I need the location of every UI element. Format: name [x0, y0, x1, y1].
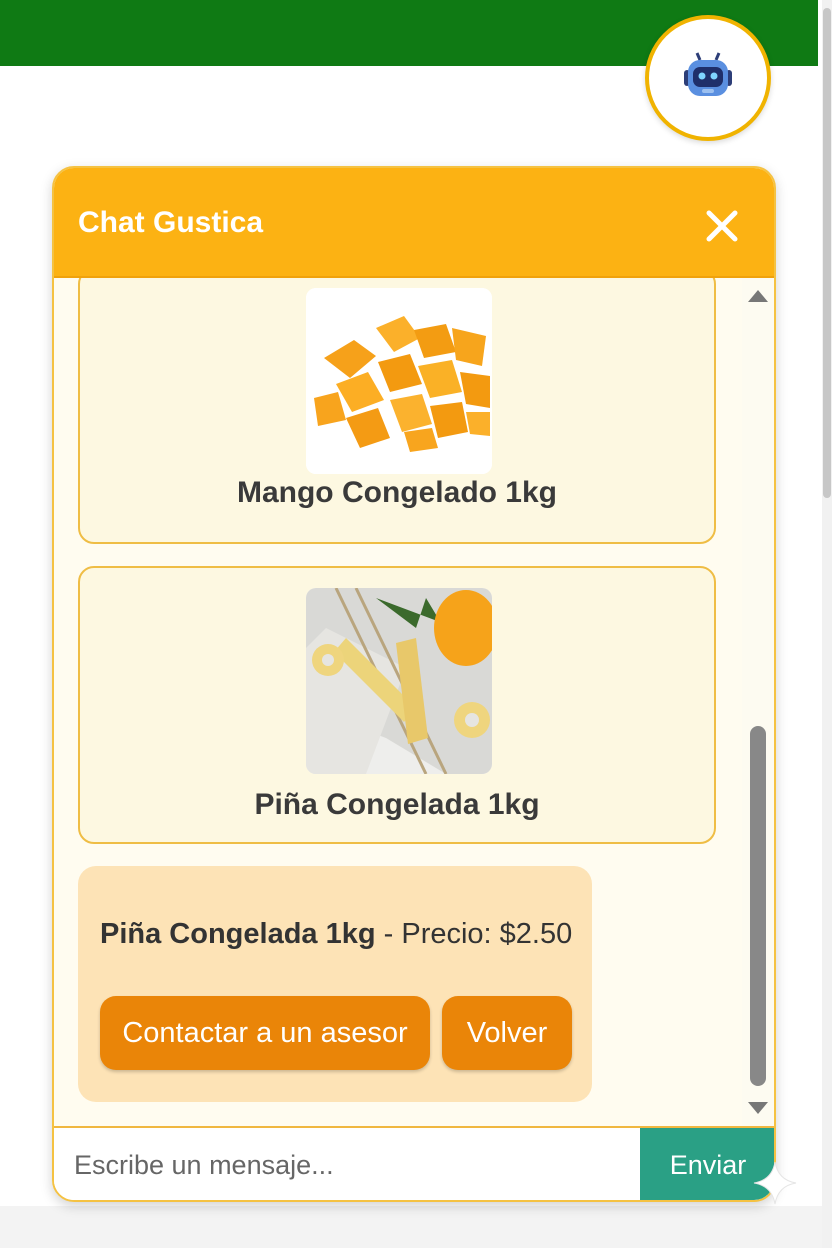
chat-scrollbar[interactable]: [742, 278, 774, 1126]
page-scrollbar[interactable]: [822, 0, 832, 1248]
close-icon[interactable]: [704, 208, 740, 244]
chat-scrollbar-thumb[interactable]: [750, 726, 766, 1086]
scroll-down-icon[interactable]: [748, 1102, 768, 1114]
product-name: Piña Congelada 1kg: [254, 788, 540, 821]
chat-messages[interactable]: Mango Congelado 1kg Piña Congelada 1kg P…: [54, 278, 774, 1126]
chat-header: Chat Gustica: [54, 168, 774, 278]
selected-product-name: Piña Congelada 1kg: [100, 918, 376, 950]
product-name: Mango Congelado 1kg: [236, 476, 557, 509]
product-card-pina[interactable]: Piña Congelada 1kg: [78, 566, 716, 844]
back-button[interactable]: Volver: [442, 996, 572, 1070]
scroll-up-icon[interactable]: [748, 290, 768, 302]
product-card-mango[interactable]: Mango Congelado 1kg: [78, 278, 716, 544]
robot-icon: [684, 52, 732, 96]
chat-window: Chat Gustica Mango Congelado 1kg Piña Co…: [52, 166, 776, 1202]
pina-product-image[interactable]: [306, 588, 492, 774]
chatbot-launcher-button[interactable]: [645, 15, 771, 141]
chat-title: Chat Gustica: [78, 206, 264, 239]
product-price-line: Piña Congelada 1kg - Precio: $2.50: [100, 918, 572, 951]
bot-message-bubble: Piña Congelada 1kg - Precio: $2.50 Conta…: [78, 866, 592, 1102]
sparkle-icon: [753, 1161, 797, 1205]
page-bottom-strip: [0, 1206, 822, 1248]
contact-advisor-button[interactable]: Contactar a un asesor: [100, 996, 430, 1070]
mango-product-image[interactable]: [306, 288, 492, 474]
page-scrollbar-thumb[interactable]: [823, 8, 831, 498]
selected-product-price: - Precio: $2.50: [375, 918, 573, 950]
message-input[interactable]: [54, 1128, 640, 1200]
chat-input-row: Enviar: [54, 1126, 774, 1200]
